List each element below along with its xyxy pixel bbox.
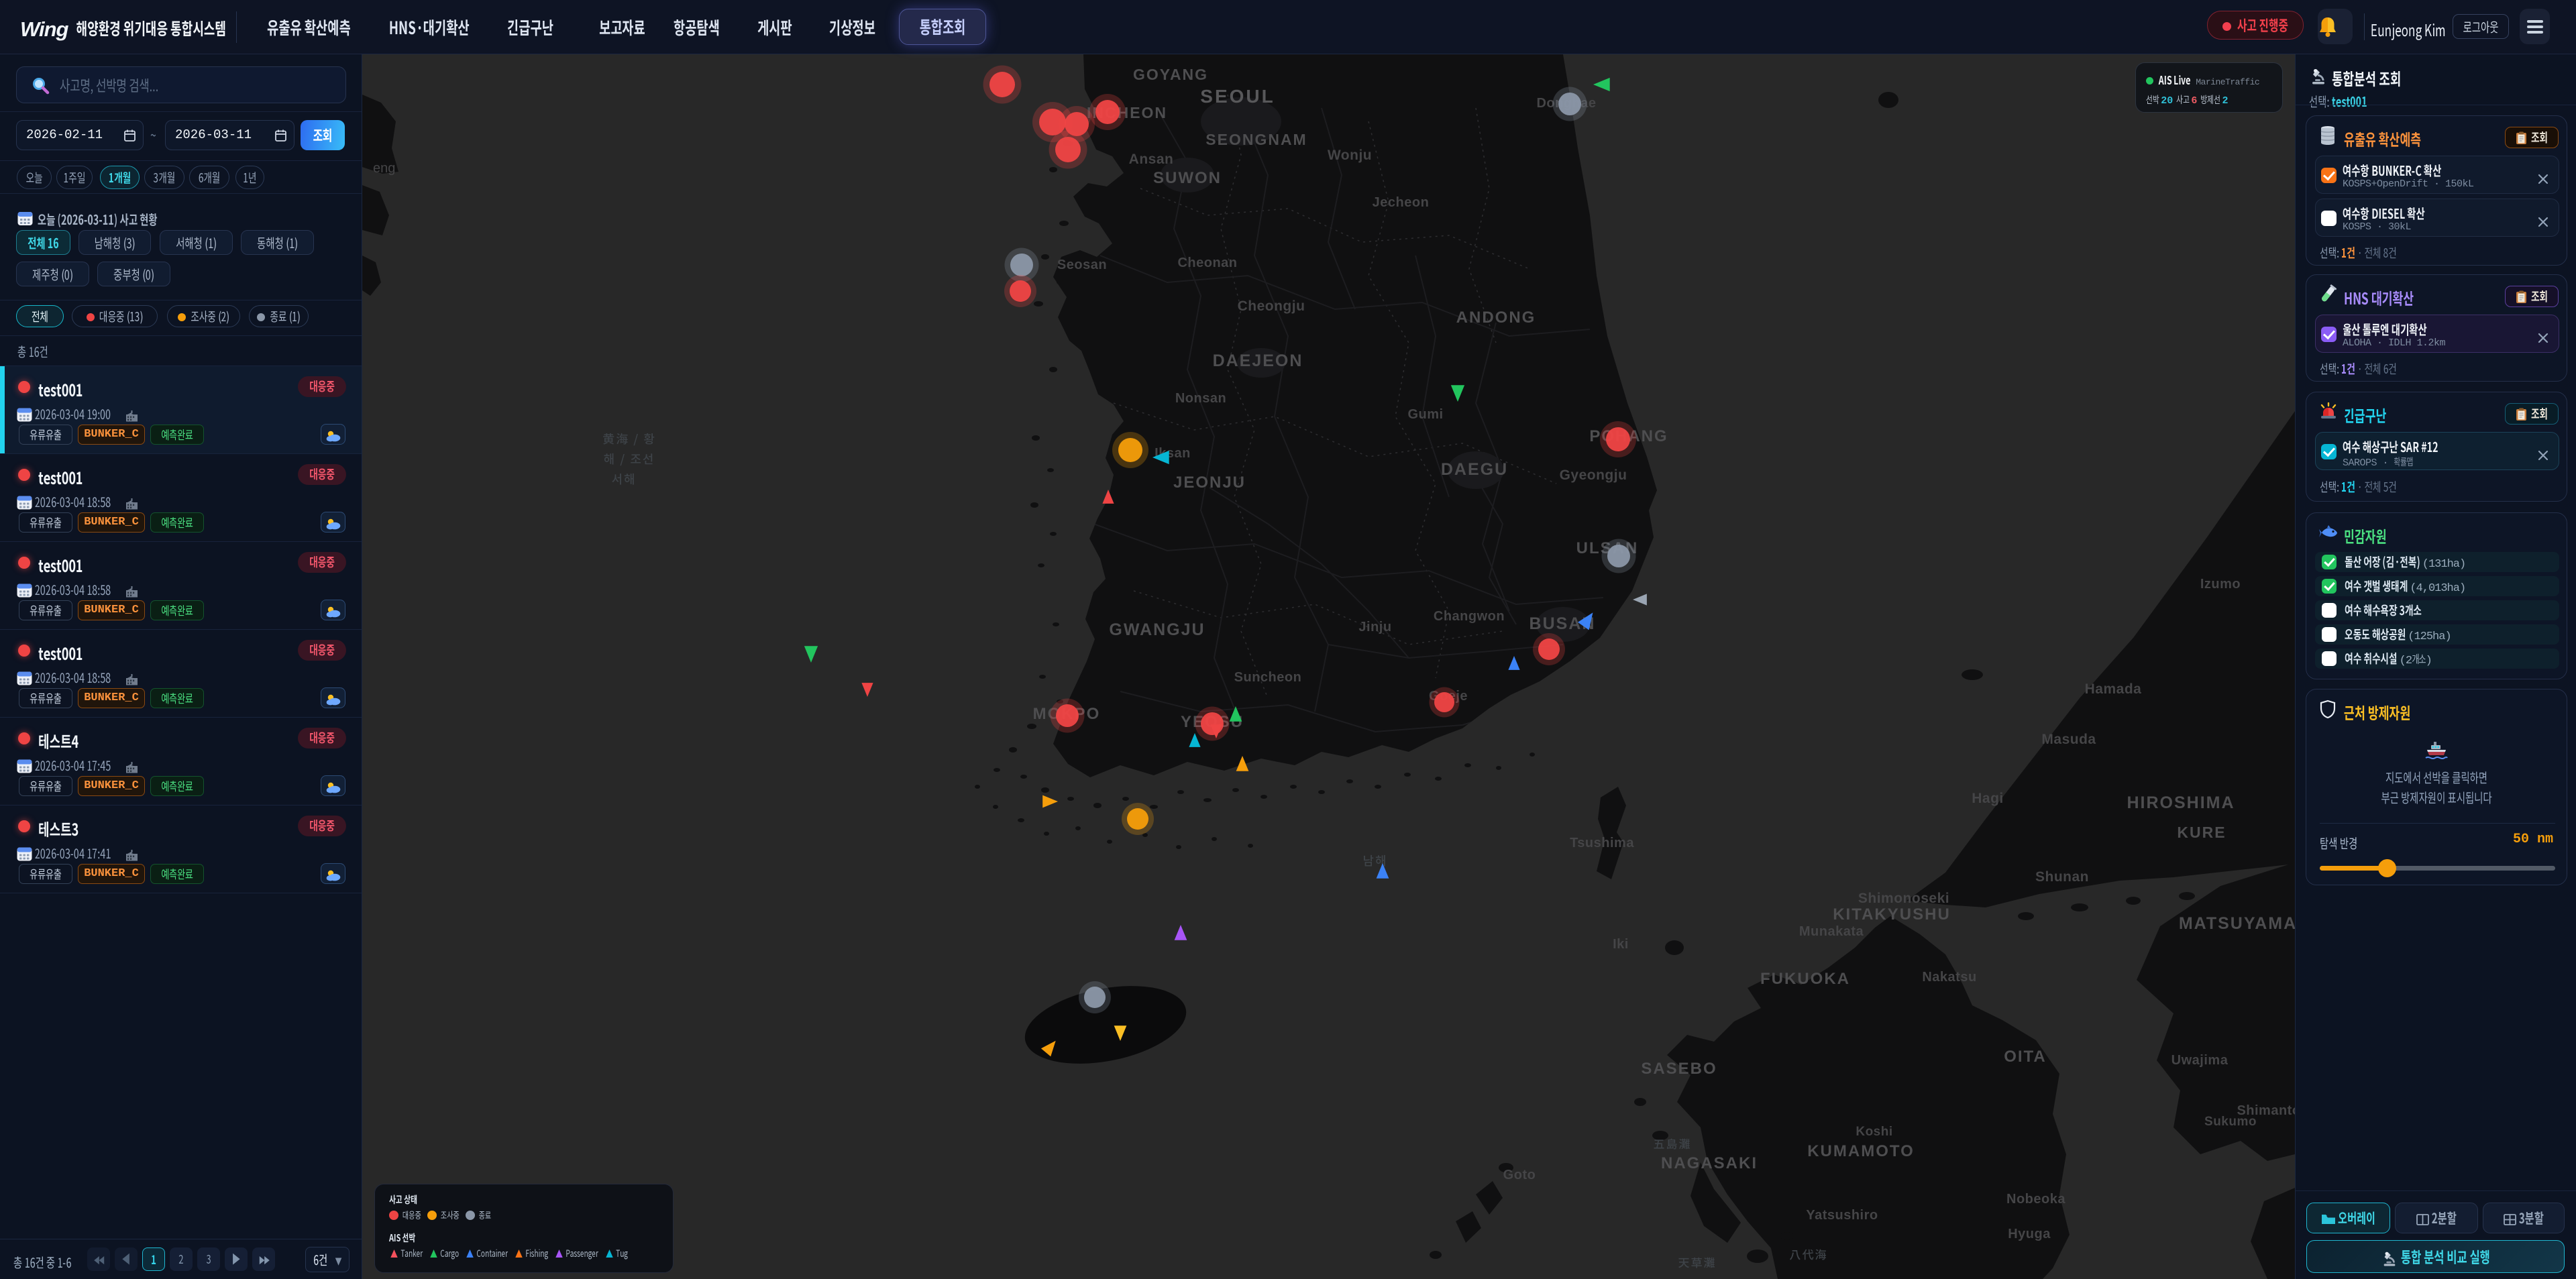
svg-text:Izumo: Izumo (2200, 577, 2241, 592)
svg-text:Sukumo: Sukumo (2204, 1115, 2257, 1129)
svg-text:八代海: 八代海 (1790, 1245, 1828, 1262)
svg-text:Nonsan: Nonsan (1175, 391, 1226, 406)
svg-text:Seosan: Seosan (1057, 258, 1107, 272)
svg-text:Yatsushiro: Yatsushiro (1806, 1208, 1878, 1223)
svg-text:黄海 / 황: 黄海 / 황 (602, 430, 656, 447)
svg-text:SEOUL: SEOUL (1200, 86, 1275, 107)
svg-text:ANDONG: ANDONG (1456, 309, 1536, 327)
svg-text:Tsushima: Tsushima (1570, 836, 1634, 850)
svg-text:Hamada: Hamada (2085, 681, 2142, 697)
svg-text:Wonju: Wonju (1328, 148, 1372, 163)
svg-text:Jinju: Jinju (1358, 620, 1391, 634)
svg-text:Nakatsu: Nakatsu (1922, 970, 1976, 985)
svg-text:Gyeongju: Gyeongju (1560, 467, 1627, 483)
svg-text:Hyuga: Hyuga (2008, 1227, 2051, 1241)
svg-text:天草灘: 天草灘 (1678, 1254, 1717, 1270)
svg-text:JEONJU: JEONJU (1173, 474, 1246, 492)
svg-text:NAGASAKI: NAGASAKI (1661, 1154, 1758, 1172)
svg-text:서해: 서해 (611, 470, 636, 488)
svg-text:Hagi: Hagi (1972, 791, 2004, 806)
svg-text:KURE: KURE (2177, 824, 2226, 841)
svg-text:Goto: Goto (1503, 1168, 1536, 1182)
svg-text:Changwon: Changwon (1434, 609, 1505, 624)
svg-text:Cheongju: Cheongju (1238, 298, 1305, 314)
svg-text:Masuda: Masuda (2041, 732, 2096, 747)
svg-text:SASEBO: SASEBO (1641, 1060, 1717, 1078)
svg-text:SEONGNAM: SEONGNAM (1205, 131, 1307, 148)
svg-text:Cheonan: Cheonan (1177, 256, 1237, 270)
svg-text:Uwajima: Uwajima (2171, 1053, 2229, 1068)
svg-text:KUMAMOTO: KUMAMOTO (1807, 1142, 1915, 1160)
svg-text:Koshi: Koshi (1856, 1125, 1892, 1139)
svg-text:Iki: Iki (1613, 937, 1629, 952)
svg-text:DAEGU: DAEGU (1441, 460, 1508, 479)
svg-text:DAEJEON: DAEJEON (1213, 351, 1303, 370)
svg-text:MATSUYAMA: MATSUYAMA (2179, 914, 2295, 933)
svg-text:OITA: OITA (2004, 1048, 2047, 1066)
svg-text:Suncheon: Suncheon (1234, 670, 1302, 685)
svg-text:HIROSHIMA: HIROSHIMA (2127, 793, 2235, 812)
svg-text:Shunan: Shunan (2035, 869, 2089, 885)
svg-text:GWANGJU: GWANGJU (1109, 620, 1205, 639)
svg-text:Ansan: Ansan (1129, 152, 1174, 167)
svg-text:Jecheon: Jecheon (1373, 195, 1430, 210)
svg-text:eng: eng (373, 161, 395, 176)
svg-text:Gumi: Gumi (1407, 407, 1443, 422)
svg-text:Shimonoseki: Shimonoseki (1858, 891, 1949, 906)
svg-text:KITAKYUSHU: KITAKYUSHU (1833, 905, 1951, 924)
svg-text:Nobeoka: Nobeoka (2006, 1192, 2065, 1207)
svg-text:SUWON: SUWON (1153, 169, 1222, 187)
svg-text:Munakata: Munakata (1799, 924, 1864, 939)
svg-text:GOYANG: GOYANG (1133, 66, 1208, 83)
svg-text:五島灘: 五島灘 (1654, 1135, 1692, 1152)
svg-text:해 / 조선: 해 / 조선 (604, 450, 655, 467)
svg-text:FUKUOKA: FUKUOKA (1760, 970, 1850, 988)
